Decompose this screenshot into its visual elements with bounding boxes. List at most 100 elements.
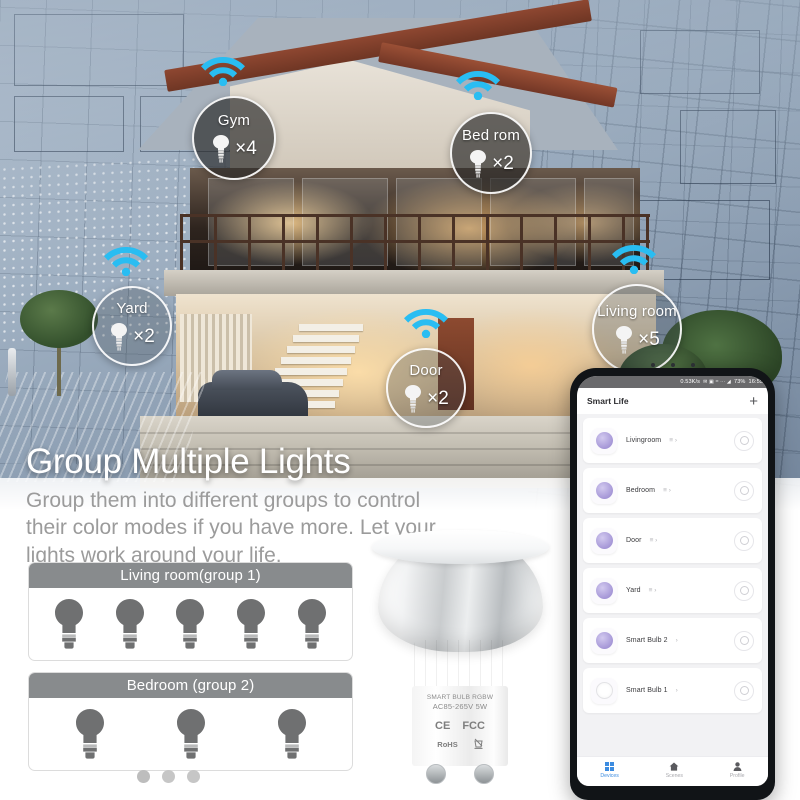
device-name: Smart Bulb 1	[626, 687, 668, 694]
bulb-icon	[273, 707, 311, 759]
spotlight-bulb-icon	[109, 322, 129, 352]
room-badge-label: Living room	[597, 302, 677, 320]
garden-lamp	[8, 348, 16, 396]
carousel-dot[interactable]	[187, 770, 200, 783]
power-toggle[interactable]	[734, 480, 754, 501]
list-item[interactable]: Yard ≡ ›	[583, 568, 762, 613]
tab-label: Scenes	[665, 773, 683, 779]
wifi-icon	[404, 304, 448, 338]
room-badge-label: Yard	[116, 299, 148, 317]
bulb-icon	[71, 707, 109, 759]
bulb-status-icon	[591, 677, 617, 704]
bulb-status-icon	[591, 577, 617, 604]
bulb-icon	[232, 597, 270, 649]
device-name: Yard	[626, 587, 641, 594]
list-item[interactable]: Smart Bulb 2 ›	[583, 618, 762, 663]
wifi-icon	[104, 242, 148, 276]
device-name: Smart Bulb 2	[626, 637, 668, 644]
status-icons: ✉ ▣ ≈ ⋯ ◢	[703, 379, 731, 385]
power-toggle[interactable]	[734, 430, 754, 451]
ce-mark-icon: CE	[435, 720, 451, 732]
room-badge-count: ×2	[427, 387, 449, 409]
group-card-title: Living room(group 1)	[29, 563, 352, 588]
bulb-status-icon	[591, 477, 617, 504]
product-spec-text: AC85-265V 5W	[432, 702, 488, 712]
group-card-title: Bedroom (group 2)	[29, 673, 352, 698]
device-meta-icon[interactable]: ≡ ›	[669, 437, 677, 444]
device-meta-icon[interactable]: ≡ ›	[650, 537, 658, 544]
bulb-icon	[293, 597, 331, 649]
device-meta-icon[interactable]: ›	[676, 687, 678, 694]
tab-label: Profile	[729, 773, 745, 779]
tab-label: Devices	[600, 773, 619, 779]
device-name: Bedroom	[626, 487, 656, 494]
device-meta-icon[interactable]: ≡ ›	[663, 487, 671, 494]
tab-profile[interactable]: Profile	[730, 762, 745, 779]
room-badge-count: ×2	[133, 325, 155, 347]
group-card-bedroom[interactable]: Bedroom (group 2)	[28, 672, 353, 771]
room-badge-gym[interactable]: Gym ×4	[192, 96, 276, 180]
bulb-icon	[50, 597, 88, 649]
list-item[interactable]: Smart Bulb 1 ›	[583, 668, 762, 713]
room-badge-count: ×5	[638, 328, 660, 350]
app-header: Smart Life +	[577, 388, 768, 414]
product-model-text: SMART BULB RGBW	[426, 694, 494, 701]
carousel-dot[interactable]	[162, 770, 175, 783]
device-name: Door	[626, 537, 642, 544]
network-speed: 0.53K/s	[680, 379, 701, 385]
list-item[interactable]: Door ≡ ›	[583, 518, 762, 563]
device-name: Livingroom	[626, 437, 662, 444]
bulb-status-icon	[591, 627, 617, 654]
spotlight-bulb-icon	[403, 384, 423, 414]
spotlight-bulb-icon	[468, 149, 488, 179]
bottom-navigation: Devices Scenes Profile	[577, 756, 768, 786]
fcc-mark-icon: FCC	[462, 720, 485, 732]
room-badge-label: Bed rom	[461, 126, 521, 144]
wifi-icon	[612, 240, 656, 274]
room-badge-living-room[interactable]: Living room ×5	[592, 284, 682, 374]
spotlight-bulb-icon	[614, 325, 634, 355]
carousel-dot[interactable]	[137, 770, 150, 783]
add-device-button[interactable]: +	[749, 394, 758, 409]
device-meta-icon[interactable]: ›	[676, 637, 678, 644]
bulb-icon	[172, 707, 210, 759]
group-card-living-room[interactable]: Living room(group 1)	[28, 562, 353, 661]
wifi-icon	[456, 66, 500, 100]
power-toggle[interactable]	[734, 530, 754, 551]
tab-scenes[interactable]: Scenes	[666, 762, 683, 779]
room-badge-count: ×2	[492, 152, 514, 174]
weee-bin-icon	[474, 738, 483, 751]
phone-status-bar: 0.53K/s ✉ ▣ ≈ ⋯ ◢ 73% 16:55	[577, 376, 768, 388]
group-card-bulbs	[29, 588, 352, 660]
power-toggle[interactable]	[734, 580, 754, 601]
room-badge-door[interactable]: Door ×2	[386, 348, 466, 428]
list-item[interactable]: Bedroom ≡ ›	[583, 468, 762, 513]
carousel-indicator[interactable]	[137, 770, 200, 783]
device-list: Livingroom ≡ › Bedroom ≡ › Door ≡ › Yard…	[577, 414, 768, 713]
rohs-mark-icon: RoHS	[437, 740, 458, 749]
bulb-icon	[111, 597, 149, 649]
power-toggle[interactable]	[734, 680, 754, 701]
list-item[interactable]: Livingroom ≡ ›	[583, 418, 762, 463]
device-meta-icon[interactable]: ≡ ›	[649, 587, 657, 594]
room-badge-label: Gym	[217, 111, 251, 129]
clock: 16:55	[748, 379, 763, 385]
room-badge-bedroom[interactable]: Bed rom ×2	[450, 112, 532, 194]
tab-devices[interactable]: Devices	[600, 762, 619, 779]
wifi-icon	[201, 52, 245, 86]
room-badge-label: Door	[409, 361, 443, 379]
bulb-icon	[171, 597, 209, 649]
phone-screen: 0.53K/s ✉ ▣ ≈ ⋯ ◢ 73% 16:55 Smart Life +…	[577, 376, 768, 786]
phone-camera-row	[570, 362, 775, 368]
room-badge-count: ×4	[235, 137, 257, 159]
group-card-bulbs	[29, 698, 352, 770]
room-badge-yard[interactable]: Yard ×2	[92, 286, 172, 366]
power-toggle[interactable]	[734, 630, 754, 651]
bulb-status-icon	[591, 527, 617, 554]
spotlight-bulb-icon	[211, 134, 231, 164]
page-title: Group Multiple Lights	[26, 442, 351, 481]
home-icon	[669, 762, 679, 771]
bulb-status-icon	[591, 427, 617, 454]
tree-canopy	[20, 290, 98, 348]
app-title: Smart Life	[587, 396, 629, 406]
